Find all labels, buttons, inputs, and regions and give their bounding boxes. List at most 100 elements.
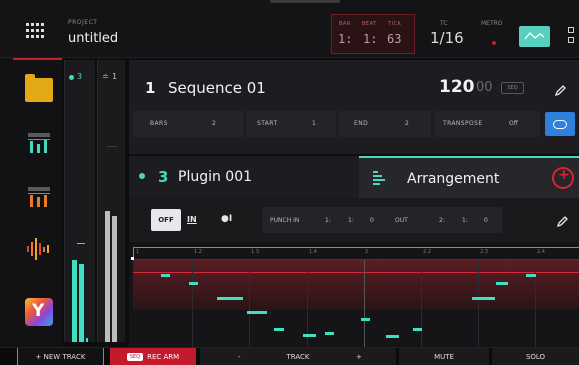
pad-mixer-icon[interactable] (25, 185, 53, 209)
bpm-fraction[interactable]: 00 (476, 80, 493, 95)
timeline-grid[interactable]: 1 1.2 1.3 1.4 2 2.2 2.3 2.4 (129, 242, 579, 348)
ruler-mark: 2.2 (423, 249, 431, 255)
sidebar-selection-line (13, 58, 62, 60)
grid-line (478, 260, 479, 348)
punch-line (133, 272, 579, 273)
midi-note[interactable] (386, 335, 399, 338)
track-header[interactable]: 3 Plugin 001 (129, 156, 359, 198)
punch-out-label: OUT (395, 217, 408, 224)
grid-line (249, 260, 250, 348)
track-meter[interactable]: 3 (64, 60, 95, 342)
midi-note[interactable] (303, 334, 316, 337)
bar-beat-tick-display[interactable]: BAR BEAT TICK 1: 1: 63 (331, 14, 415, 54)
timeline-ruler[interactable]: 1 1.2 1.3 1.4 2 2.2 2.3 2.4 (133, 247, 579, 260)
solo-button[interactable]: SOLO (492, 348, 579, 365)
track-next-button[interactable]: + (356, 348, 362, 365)
master-bar-right (112, 216, 117, 342)
sequence-number[interactable]: 1 (145, 79, 155, 97)
top-notch (270, 0, 340, 3)
midi-note[interactable] (247, 311, 267, 314)
folder-icon[interactable] (25, 74, 53, 102)
meter-bar-left (72, 260, 77, 342)
loop-region (133, 260, 579, 310)
automation-row: OFF IN ●I PUNCH IN 1: 1: 0 OUT 2: 1: 0 (129, 198, 579, 242)
window-bottom-icon[interactable] (568, 37, 574, 43)
bar-value: 1: (338, 32, 353, 46)
start-field[interactable]: START 1 (246, 111, 336, 137)
waveform-icon[interactable] (519, 26, 550, 47)
meter-level-mark (77, 243, 85, 244)
ruler-mark: 1.2 (194, 249, 202, 255)
ruler-mark: 2.4 (537, 249, 545, 255)
master-symbol: ≐ (102, 72, 109, 81)
punch-in-bar: 1: (325, 217, 331, 224)
midi-note[interactable] (526, 274, 536, 277)
track-selector[interactable]: - TRACK + (200, 348, 396, 365)
ruler-mark: 1.3 (251, 249, 259, 255)
midi-note[interactable] (325, 332, 334, 335)
end-label: END (354, 120, 369, 127)
master-level-mark (107, 146, 117, 147)
loop-icon[interactable] (545, 112, 575, 136)
end-field[interactable]: END 2 (339, 111, 431, 137)
automation-in-button[interactable]: IN (187, 215, 197, 224)
project-name[interactable]: untitled (68, 31, 118, 46)
beat-label: BEAT (362, 21, 377, 27)
project-label: PROJECT (68, 19, 98, 26)
arrangement-label: Arrangement (407, 171, 500, 187)
midi-note[interactable] (274, 328, 284, 331)
window-icons[interactable] (568, 27, 574, 47)
automation-play-button[interactable]: ●I (221, 214, 232, 224)
tc-label: TC (440, 20, 448, 27)
pencil-icon[interactable] (554, 82, 567, 97)
midi-note[interactable] (217, 297, 243, 300)
automation-off-button[interactable]: OFF (151, 209, 181, 231)
punch-out-field[interactable]: OUT 2: 1: 0 (387, 207, 502, 233)
grid-line (421, 260, 422, 348)
grid-icon[interactable] (26, 23, 44, 39)
master-meter[interactable]: ≐ 1 (97, 60, 125, 342)
mute-button[interactable]: MUTE (399, 348, 489, 365)
track-number: 3 (158, 168, 169, 186)
midi-note[interactable] (413, 328, 422, 331)
track-color-dot (69, 75, 74, 80)
bpm-value[interactable]: 120 (439, 77, 475, 97)
track-prev-button[interactable]: - (238, 348, 241, 365)
mixer-icon[interactable] (25, 131, 53, 155)
app-logo-icon[interactable] (25, 298, 53, 326)
metro-label: METRO (481, 20, 503, 27)
new-track-button[interactable]: + NEW TRACK (17, 348, 104, 365)
window-top-icon[interactable] (568, 27, 574, 33)
ruler-mark: 1.4 (309, 249, 317, 255)
tick-value: 63 (387, 32, 402, 46)
end-value: 2 (405, 120, 409, 127)
sequence-name[interactable]: Sequence 01 (168, 79, 266, 97)
pencil-icon[interactable] (556, 213, 569, 228)
metronome-indicator[interactable] (492, 41, 496, 45)
sidebar (0, 58, 62, 348)
record-add-icon[interactable] (552, 167, 574, 189)
ruler-mark: 1 (136, 249, 140, 255)
midi-note[interactable] (472, 297, 495, 300)
meter-peak (86, 338, 88, 342)
seq-tempo-badge[interactable]: SEQ (501, 82, 524, 94)
eq-icon[interactable] (25, 236, 53, 260)
start-value: 1 (312, 120, 316, 127)
arrangement-tab[interactable]: Arrangement (359, 156, 579, 198)
punch-out-beat: 1: (462, 217, 468, 224)
punch-out-tick: 0 (484, 217, 488, 224)
midi-note[interactable] (161, 274, 170, 277)
punch-in-field[interactable]: PUNCH IN 1: 1: 0 (262, 207, 390, 233)
midi-note[interactable] (361, 318, 370, 321)
bottom-bar: + NEW TRACK SEQ REC ARM - TRACK + MUTE SO… (0, 347, 579, 365)
rec-arm-button[interactable]: SEQ REC ARM (110, 348, 196, 365)
beat-value: 1: (363, 32, 378, 46)
tc-value[interactable]: 1/16 (430, 29, 464, 47)
top-bar: PROJECT untitled BAR BEAT TICK 1: 1: 63 … (0, 0, 579, 58)
midi-note[interactable] (496, 282, 508, 285)
transpose-field[interactable]: TRANSPOSE Off (434, 111, 540, 137)
bar-label: BAR (339, 21, 351, 27)
grid-line (192, 260, 193, 348)
midi-note[interactable] (189, 282, 198, 285)
bars-field[interactable]: BARS 2 (133, 111, 243, 137)
